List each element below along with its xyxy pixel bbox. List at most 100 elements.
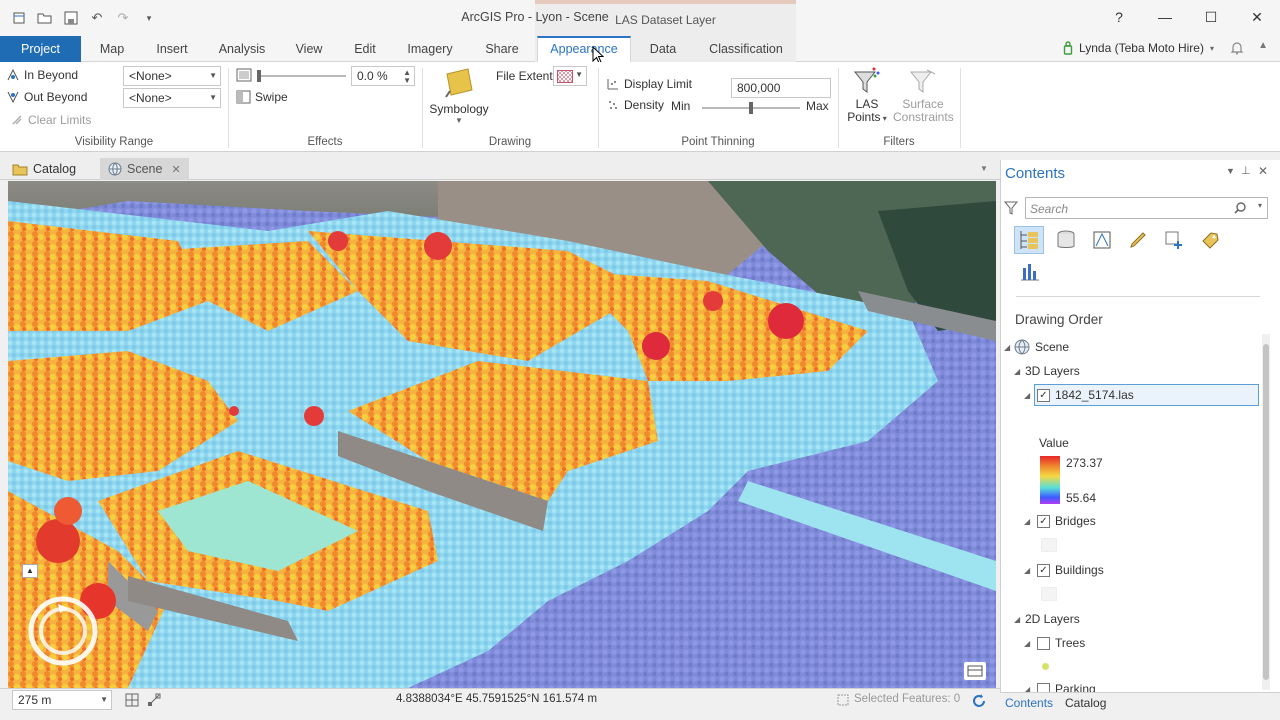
tab-appearance[interactable]: Appearance — [537, 36, 631, 63]
in-beyond-label: In Beyond — [24, 68, 79, 82]
tree-trees[interactable]: Trees — [1055, 636, 1085, 650]
tab-classification[interactable]: Classification — [700, 36, 792, 62]
snapping-icon[interactable] — [146, 692, 162, 708]
expand-toggle-icon[interactable]: ◢ — [1024, 391, 1030, 400]
tab-analysis[interactable]: Analysis — [208, 36, 276, 62]
bottom-tab-contents[interactable]: Contents — [1005, 696, 1053, 710]
contents-scrollbar[interactable] — [1262, 334, 1270, 690]
expand-toggle-icon[interactable]: ◢ — [1024, 639, 1030, 648]
bridges-symbol-swatch[interactable] — [1041, 538, 1057, 552]
expand-toggle-icon[interactable]: ◢ — [1024, 566, 1030, 575]
tab-insert[interactable]: Insert — [142, 36, 202, 62]
filter-icon[interactable] — [1003, 200, 1019, 216]
selected-features-count: Selected Features: 0 — [854, 693, 961, 705]
expand-toggle-icon[interactable]: ◢ — [1014, 615, 1020, 624]
in-beyond-scale-select[interactable]: <None> ▼ — [123, 66, 221, 86]
las-layer-visibility-checkbox[interactable]: ✓ — [1037, 389, 1050, 402]
tree-buildings[interactable]: Buildings — [1055, 563, 1104, 577]
close-button[interactable]: ✕ — [1234, 0, 1280, 34]
out-beyond-scale-select[interactable]: <None> ▼ — [123, 88, 221, 108]
tall-feature-points — [703, 291, 723, 311]
tab-map[interactable]: Map — [86, 36, 138, 62]
symbology-button[interactable]: Symbology ▼ — [428, 66, 490, 130]
tab-edit[interactable]: Edit — [341, 36, 389, 62]
chevron-down-icon: ▾ — [880, 114, 887, 123]
notification-bell-icon[interactable] — [1230, 41, 1244, 55]
expand-toggle-icon[interactable]: ◢ — [1004, 343, 1010, 352]
in-beyond-button[interactable]: In Beyond — [6, 68, 78, 82]
maximize-button[interactable]: ☐ — [1188, 0, 1234, 34]
tab-data[interactable]: Data — [640, 36, 686, 62]
scene-view[interactable] — [8, 181, 996, 688]
pin-icon[interactable]: ⊥ — [1241, 164, 1251, 177]
tree-2d-layers[interactable]: 2D Layers — [1025, 612, 1080, 626]
trees-visibility-checkbox[interactable] — [1037, 637, 1050, 650]
legend-value-label: Value — [1039, 436, 1069, 450]
tree-3d-layers[interactable]: 3D Layers — [1025, 364, 1080, 378]
view-tab-catalog[interactable]: Catalog — [4, 158, 84, 180]
out-beyond-button[interactable]: Out Beyond — [6, 90, 87, 104]
tall-feature-points — [424, 232, 452, 260]
user-signed-in-icon — [1063, 41, 1073, 55]
list-by-labeling-icon[interactable] — [1199, 229, 1221, 251]
tab-share[interactable]: Share — [474, 36, 530, 62]
out-beyond-label: Out Beyond — [24, 90, 88, 104]
out-beyond-scale-value: <None> — [129, 91, 172, 105]
file-extent-symbol-icon — [557, 70, 573, 83]
navigator-control[interactable] — [28, 596, 98, 666]
file-extent-symbol-select[interactable]: ▼ — [553, 66, 587, 86]
scale-select[interactable]: 275 m ▼ — [12, 690, 112, 710]
trees-symbol-swatch[interactable] — [1042, 663, 1049, 670]
buildings-visibility-checkbox[interactable]: ✓ — [1037, 564, 1050, 577]
scene-viewer-overlay-icon[interactable] — [964, 662, 986, 680]
swipe-button[interactable]: Swipe — [236, 90, 288, 104]
surface-constraints-button[interactable]: Surface Constraints — [893, 66, 954, 132]
swipe-label: Swipe — [255, 90, 288, 104]
close-icon[interactable]: ✕ — [171, 163, 180, 176]
chevron-down-icon: ▾ — [1209, 43, 1214, 53]
transparency-icon — [236, 68, 252, 82]
list-by-data-source-icon[interactable] — [1055, 229, 1077, 251]
ribbon-collapse-icon[interactable]: ▲ — [1258, 40, 1268, 51]
contents-search-input[interactable]: Search ▾ — [1025, 197, 1268, 219]
tab-imagery[interactable]: Imagery — [397, 36, 463, 62]
tab-project[interactable]: Project — [0, 36, 81, 62]
catalog-icon — [12, 164, 28, 175]
user-account[interactable]: Lynda (Teba Moto Hire) ▾ — [1063, 38, 1244, 58]
tab-view[interactable]: View — [283, 36, 335, 62]
bridges-visibility-checkbox[interactable]: ✓ — [1037, 515, 1050, 528]
chevron-down-icon[interactable]: ▾ — [1258, 201, 1262, 210]
grid-toggle-icon[interactable] — [124, 692, 140, 708]
display-limit-input[interactable]: 800,000 — [731, 78, 831, 98]
navigator-toggle-icon[interactable]: ▲ — [22, 564, 38, 578]
list-by-editing-icon[interactable] — [1127, 229, 1149, 251]
list-by-drawing-order-button[interactable] — [1014, 226, 1044, 254]
elevation-color-ramp — [1040, 456, 1060, 504]
las-points-button[interactable]: LAS Points ▾ — [844, 66, 890, 132]
transparency-slider-thumb[interactable] — [257, 70, 261, 82]
buildings-symbol-swatch[interactable] — [1041, 587, 1057, 601]
symbology-label: Symbology — [429, 102, 489, 116]
expand-toggle-icon[interactable]: ◢ — [1014, 367, 1020, 376]
close-icon[interactable]: ✕ — [1258, 164, 1268, 178]
list-by-charts-icon[interactable] — [1018, 259, 1042, 283]
transparency-input[interactable]: 0.0 % ▲ ▼ — [351, 66, 415, 86]
expand-toggle-icon[interactable]: ◢ — [1024, 517, 1030, 526]
clear-limits-button[interactable]: Clear Limits — [10, 113, 91, 127]
refresh-icon[interactable] — [970, 692, 988, 710]
list-by-selection-icon[interactable] — [1091, 229, 1113, 251]
view-tabs-menu-icon[interactable]: ▼ — [980, 164, 988, 173]
tree-bridges[interactable]: Bridges — [1055, 514, 1096, 528]
tree-scene[interactable]: Scene — [1035, 340, 1069, 354]
surface-constraints-icon — [909, 69, 936, 93]
density-slider-thumb[interactable] — [748, 102, 753, 114]
pane-menu-icon[interactable]: ▼ — [1226, 166, 1235, 176]
bottom-tab-catalog[interactable]: Catalog — [1065, 696, 1106, 710]
help-button[interactable]: ? — [1096, 0, 1142, 34]
view-tab-scene[interactable]: Scene ✕ — [100, 158, 189, 180]
tall-feature-points — [304, 406, 324, 426]
list-by-snapping-icon[interactable] — [1163, 229, 1185, 251]
contents-scrollbar-thumb[interactable] — [1263, 344, 1269, 680]
search-icon[interactable] — [1233, 201, 1247, 215]
minimize-button[interactable]: — — [1142, 0, 1188, 34]
